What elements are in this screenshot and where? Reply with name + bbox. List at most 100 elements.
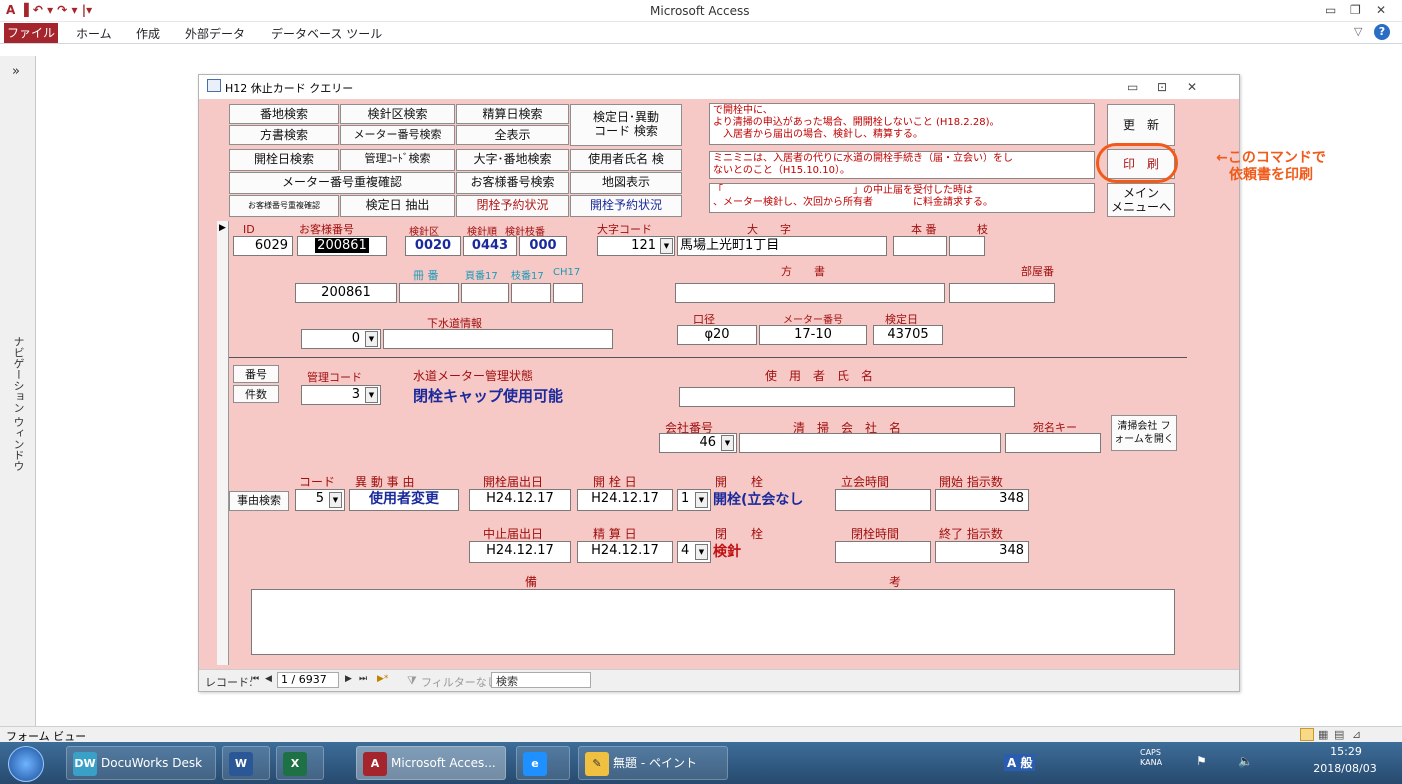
filter-icon[interactable]: ⧩ <box>407 674 417 688</box>
first-record-icon[interactable]: ⏮ <box>251 674 259 684</box>
chushi-todoke-field[interactable]: H24.12.17 <box>469 541 571 563</box>
main-menu-button[interactable]: メイン メニューへ <box>1107 183 1175 217</box>
meter-duplicate-check-button[interactable]: メーター番号重複確認 <box>229 172 455 194</box>
seisou-kaisha-field[interactable] <box>739 433 1001 453</box>
gesui-field[interactable] <box>383 329 613 349</box>
kaisenbi-search-button[interactable]: 開栓日検索 <box>229 149 339 171</box>
kaisha-no-dropdown-icon[interactable]: ▼ <box>721 435 734 451</box>
form-restore-icon[interactable]: ⊡ <box>1157 80 1167 94</box>
kensu-button[interactable]: 件数 <box>233 385 279 403</box>
kaisen-todoke-field[interactable]: H24.12.17 <box>469 489 571 511</box>
kenshinku-search-button[interactable]: 検針区検索 <box>340 104 455 124</box>
gesui-dropdown-icon[interactable]: ▼ <box>365 331 378 347</box>
new-record-icon[interactable]: ▶* <box>377 674 388 684</box>
taskbar-excel[interactable]: X <box>276 746 324 780</box>
kaisen-reserve-button[interactable]: 開栓予約状況 <box>570 195 682 217</box>
oaza-field[interactable]: 馬場上光町1丁目 <box>677 236 887 256</box>
heisen-reserve-button[interactable]: 閉栓予約状況 <box>456 195 569 217</box>
heya-field[interactable] <box>949 283 1055 303</box>
ribbon-expand-icon[interactable]: ▽ <box>1354 25 1362 38</box>
ch17-field[interactable] <box>553 283 583 303</box>
kaisen-dropdown-icon[interactable]: ▼ <box>695 492 708 508</box>
oaza-code-dropdown-icon[interactable]: ▼ <box>660 238 673 254</box>
next-record-icon[interactable]: ▶ <box>345 674 352 684</box>
update-button[interactable]: 更 新 <box>1107 104 1175 146</box>
kenteibi-extract-button[interactable]: 検定日 抽出 <box>340 195 455 217</box>
form-close-icon[interactable]: ✕ <box>1187 80 1197 94</box>
meter-no-search-button[interactable]: メーター番号検索 <box>340 125 455 145</box>
map-button[interactable]: 地図表示 <box>570 172 682 194</box>
tab-file[interactable]: ファイル <box>4 23 58 43</box>
kenshinku-field[interactable]: 0020 <box>405 236 461 256</box>
ime-indicator[interactable]: A 般 <box>1004 754 1036 771</box>
minimize-icon[interactable]: ▭ <box>1325 3 1336 17</box>
taskbar-word[interactable]: W <box>222 746 270 780</box>
eda-field[interactable] <box>949 236 985 256</box>
record-selector[interactable]: ▶ <box>217 221 229 665</box>
okyaku-duplicate-check-button[interactable]: お客様番号重複確認 <box>229 195 339 217</box>
tab-create[interactable]: 作成 <box>136 25 160 42</box>
taskbar-docuworks[interactable]: DW DocuWorks Desk <box>66 746 216 780</box>
seisan-bi-field[interactable]: H24.12.17 <box>577 541 673 563</box>
design-view-icon[interactable]: ⊿ <box>1352 728 1361 741</box>
tray-volume-icon[interactable]: 🔈 <box>1238 754 1253 768</box>
meter-no-field[interactable]: 17-10 <box>759 325 867 345</box>
last-record-icon[interactable]: ⏭ <box>359 674 367 684</box>
banchi-search-button[interactable]: 番地検索 <box>229 104 339 124</box>
kaisen-bi-field[interactable]: H24.12.17 <box>577 489 673 511</box>
navigation-pane[interactable]: » ナビゲーション ウィンドウ <box>0 56 36 726</box>
filter-status[interactable]: フィルターなし <box>421 674 498 690</box>
heisen-jikan-field[interactable] <box>835 541 931 563</box>
clock-date[interactable]: 2018/08/03 <box>1300 762 1390 775</box>
form-minimize-icon[interactable]: ▭ <box>1127 80 1138 94</box>
nav-toggle-icon[interactable]: » <box>12 64 20 79</box>
taskbar-ie[interactable]: e <box>516 746 570 780</box>
maximize-icon[interactable]: ❐ <box>1350 3 1361 17</box>
id-field[interactable]: 6029 <box>233 236 293 256</box>
okyaku-field[interactable]: 200861 <box>297 236 387 256</box>
form-view-icon[interactable] <box>1300 728 1314 741</box>
datasheet-view-icon[interactable]: ▦ <box>1318 728 1328 741</box>
shuryo-field[interactable]: 348 <box>935 541 1029 563</box>
heisen-dropdown-icon[interactable]: ▼ <box>695 544 708 560</box>
edaban17-field[interactable] <box>511 283 551 303</box>
kanri-code-search-button[interactable]: 管理ｺｰﾄﾞ検索 <box>340 149 455 171</box>
tab-database-tools[interactable]: データベース ツール <box>271 25 382 42</box>
honban-field[interactable] <box>893 236 947 256</box>
clock-time[interactable]: 15:29 <box>1316 745 1376 758</box>
record-position[interactable]: 1 / 6937 <box>277 672 339 688</box>
kenshinjun-field[interactable]: 0443 <box>463 236 517 256</box>
search-box[interactable]: 検索 <box>491 672 591 688</box>
satsuban-field[interactable]: 200861 <box>295 283 397 303</box>
code-dropdown-icon[interactable]: ▼ <box>329 492 342 508</box>
tab-home[interactable]: ホーム <box>76 25 112 42</box>
koukei-field[interactable]: φ20 <box>677 325 757 345</box>
idou-jiyu-field[interactable]: 使用者変更 <box>349 489 459 511</box>
start-button[interactable] <box>8 746 44 782</box>
remarks-field[interactable] <box>251 589 1175 655</box>
atena-field[interactable] <box>1005 433 1101 453</box>
kanri-code-dropdown-icon[interactable]: ▼ <box>365 387 378 403</box>
oaza-banchi-search-button[interactable]: 大字･番地検索 <box>456 149 569 171</box>
shiyousha-field[interactable] <box>679 387 1015 407</box>
open-seisou-form-button[interactable]: 清掃会社 フ ォームを開く <box>1111 415 1177 451</box>
bangou-button[interactable]: 番号 <box>233 365 279 383</box>
okyaku-search-button[interactable]: お客様番号検索 <box>456 172 569 194</box>
kentei-field[interactable]: 43705 <box>873 325 943 345</box>
tokuban-field[interactable] <box>399 283 459 303</box>
close-icon[interactable]: ✕ <box>1376 3 1386 17</box>
tray-flag-icon[interactable]: ⚑ <box>1196 754 1207 768</box>
tachiai-field[interactable] <box>835 489 931 511</box>
shiyousha-search-button[interactable]: 使用者氏名 検 <box>570 149 682 171</box>
taskbar-access[interactable]: A Microsoft Acces... <box>356 746 506 780</box>
kaishi-field[interactable]: 348 <box>935 489 1029 511</box>
layout-view-icon[interactable]: ▤ <box>1334 728 1344 741</box>
katagaki-search-button[interactable]: 方書検索 <box>229 125 339 145</box>
help-icon[interactable]: ? <box>1374 24 1390 40</box>
kenshinedaban-field[interactable]: 000 <box>519 236 567 256</box>
quick-access-toolbar[interactable]: A ▐ ↶ ▾ ↷ ▾ |▾ <box>6 3 92 17</box>
prev-record-icon[interactable]: ◀ <box>265 674 272 684</box>
seisanbi-search-button[interactable]: 精算日検索 <box>456 104 569 124</box>
katagaki-field[interactable] <box>675 283 945 303</box>
tab-external-data[interactable]: 外部データ <box>185 25 245 42</box>
